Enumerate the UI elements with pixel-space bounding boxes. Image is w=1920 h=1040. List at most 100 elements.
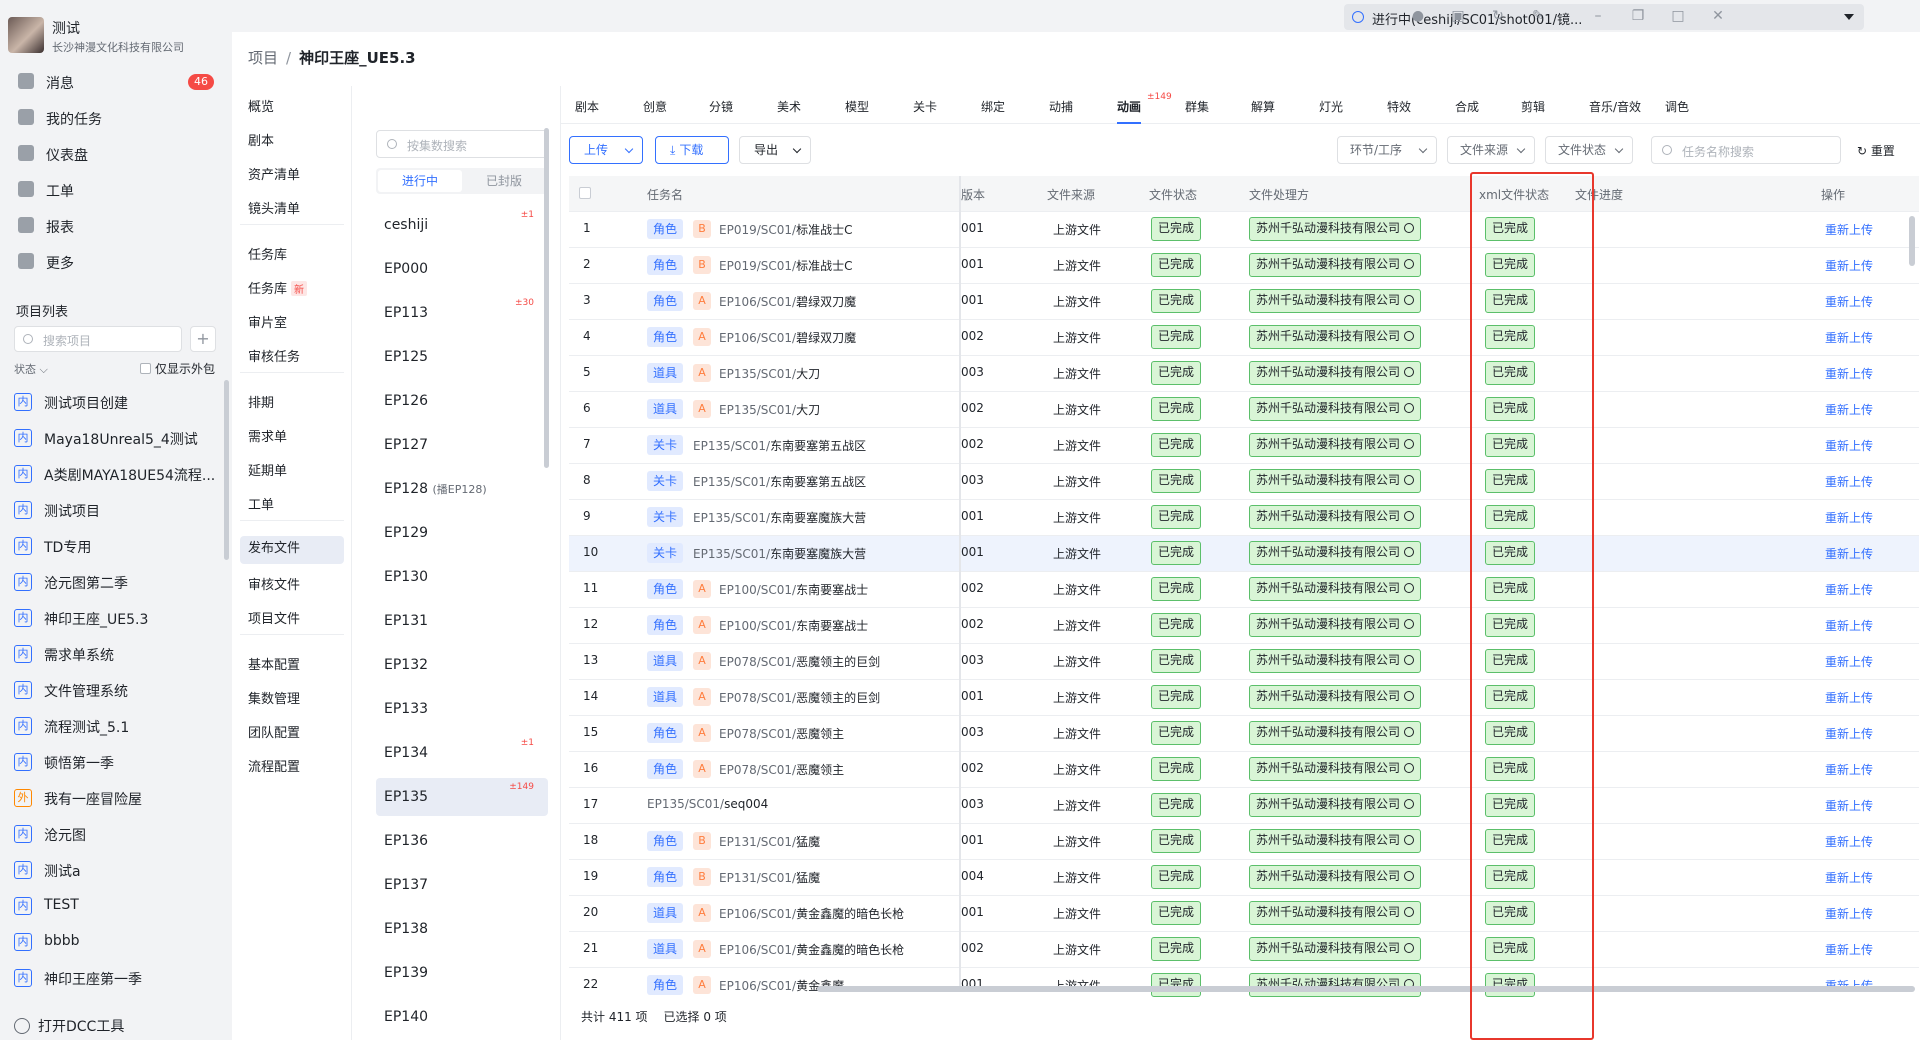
table-row[interactable]: 22角色AEP106/SC01/黄金鑫魔001上游文件已完成苏州千弘动漫科技有限…	[569, 968, 1919, 1000]
external-only-toggle[interactable]: 仅显示外包	[140, 360, 215, 377]
project-item[interactable]: 内沧元图	[0, 816, 230, 850]
table-row[interactable]: 1 角色 B EP019/SC01/标准战士C 001 上游文件 已完成 苏州千弘动漫科技有限…	[569, 212, 1919, 248]
episode-item[interactable]: EP130	[376, 558, 548, 596]
episode-item[interactable]: EP139	[376, 954, 548, 992]
upload-button[interactable]: 上传	[569, 136, 643, 164]
subnav-item[interactable]: 排期	[248, 392, 274, 416]
subnav-item[interactable]: 资产清单	[248, 164, 300, 188]
table-row[interactable]: 6 道具 A EP135/SC01/大刀 002 上游文件 已完成 苏州千弘动漫科技有限公司已…	[569, 392, 1919, 428]
task-name[interactable]: EP135/SC01/东南要塞魔族大营	[693, 545, 866, 562]
subnav-item[interactable]: 项目文件	[248, 608, 300, 632]
project-item[interactable]: 内需求单系统	[0, 636, 230, 670]
open-dcc-tool-button[interactable]: 打开DCC工具	[14, 1016, 124, 1036]
episode-item[interactable]: EP000	[376, 250, 548, 288]
sidebar-scrollbar[interactable]	[224, 380, 229, 560]
sidebar-item-1[interactable]: 我的任务	[0, 100, 232, 134]
reupload-link[interactable]: 重新上传	[1825, 509, 1873, 526]
close-icon[interactable]: ✕	[1710, 8, 1726, 24]
reupload-link[interactable]: 重新上传	[1825, 365, 1873, 382]
episode-scrollbar[interactable]	[544, 128, 549, 468]
episode-item[interactable]: EP140	[376, 998, 548, 1036]
tab-stage[interactable]: 动画 ±149	[1117, 92, 1172, 124]
reupload-link[interactable]: 重新上传	[1825, 869, 1873, 886]
task-name[interactable]: EP135/SC01/大刀	[719, 365, 820, 382]
subnav-item[interactable]: 剧本	[248, 130, 274, 154]
table-row[interactable]: 3 角色 A EP106/SC01/碧绿双刀魔 001 上游文件 已完成 苏州千弘动漫科技有限…	[569, 284, 1919, 320]
table-row[interactable]: 11 角色 A EP100/SC01/东南要塞战士 002 上游文件 已完成 苏州千弘动漫科技…	[569, 572, 1919, 608]
project-item[interactable]: 内测试项目	[0, 492, 230, 526]
tab-in-progress[interactable]: 进行中	[378, 170, 462, 192]
tab-stage[interactable]: 特效	[1387, 98, 1411, 115]
task-name[interactable]: EP019/SC01/标准战士C	[719, 257, 852, 274]
table-row[interactable]: 12 角色 A EP100/SC01/东南要塞战士 002 上游文件 已完成 苏州千弘动漫科技…	[569, 608, 1919, 644]
table-row[interactable]: 15 角色 A EP078/SC01/恶魔领主 003 上游文件 已完成 苏州千弘动漫科技有限…	[569, 716, 1919, 752]
table-row[interactable]: 19 角色 B EP131/SC01/猛魔 004 上游文件 已完成 苏州千弘动漫科技有限公司…	[569, 860, 1919, 896]
table-row[interactable]: 5 道具 A EP135/SC01/大刀 003 上游文件 已完成 苏州千弘动漫科技有限公司已…	[569, 356, 1919, 392]
subnav-item[interactable]: 镜头清单	[248, 198, 300, 222]
episode-item[interactable]: EP132	[376, 646, 548, 684]
reupload-link[interactable]: 重新上传	[1825, 545, 1873, 562]
task-name[interactable]: EP078/SC01/恶魔领主的巨剑	[719, 689, 880, 706]
episode-item[interactable]: EP138	[376, 910, 548, 948]
restore-icon[interactable]: ❐	[1630, 8, 1646, 24]
episode-item[interactable]: EP126	[376, 382, 548, 420]
reupload-link[interactable]: 重新上传	[1825, 473, 1873, 490]
sidebar-item-0[interactable]: 消息 46	[0, 64, 232, 98]
subnav-item[interactable]: 集数管理	[248, 688, 300, 712]
tab-stage[interactable]: 剧本	[575, 98, 599, 115]
subnav-item[interactable]: 流程配置	[248, 756, 300, 780]
task-name[interactable]: EP078/SC01/恶魔领主	[719, 761, 844, 778]
tab-stage[interactable]: 群集	[1185, 98, 1209, 115]
status-filter[interactable]: 文件状态	[1545, 136, 1633, 164]
subnav-item[interactable]: 延期单	[248, 460, 287, 484]
tab-stage[interactable]: 美术	[777, 98, 801, 115]
table-row[interactable]: 17 EP135/SC01/seq004 003 上游文件 已完成 苏州千弘动漫科技有限公…	[569, 788, 1919, 824]
sidebar-item-3[interactable]: 工单	[0, 172, 232, 206]
export-button[interactable]: 导出	[739, 136, 811, 164]
tab-stage[interactable]: 分镜	[709, 98, 733, 115]
project-item[interactable]: 内顿悟第一季	[0, 744, 230, 778]
subnav-item[interactable]: 团队配置	[248, 722, 300, 746]
reupload-link[interactable]: 重新上传	[1825, 833, 1873, 850]
reupload-link[interactable]: 重新上传	[1825, 617, 1873, 634]
task-name[interactable]: EP106/SC01/碧绿双刀魔	[719, 329, 856, 346]
subnav-item[interactable]: 任务库	[248, 244, 287, 268]
episode-item[interactable]: EP136	[376, 822, 548, 860]
task-name[interactable]: EP135/SC01/seq004	[647, 797, 768, 811]
sidebar-item-5[interactable]: 更多	[0, 244, 232, 278]
episode-item[interactable]: EP131	[376, 602, 548, 640]
project-item[interactable]: 内 TD专用	[0, 528, 230, 562]
episode-item[interactable]: EP135 ±149	[376, 778, 548, 816]
reupload-link[interactable]: 重新上传	[1825, 941, 1873, 958]
tab-stage[interactable]: 模型	[845, 98, 869, 115]
tab-stage[interactable]: 调色	[1665, 98, 1689, 115]
info-icon[interactable]: ●	[1410, 8, 1426, 24]
project-item[interactable]: 内沧元图第二季	[0, 564, 230, 598]
task-name[interactable]: EP019/SC01/标准战士C	[719, 221, 852, 238]
reupload-link[interactable]: 重新上传	[1825, 905, 1873, 922]
reupload-link[interactable]: 重新上传	[1825, 329, 1873, 346]
project-item[interactable]: 内 TEST	[0, 888, 230, 922]
subnav-item[interactable]: 概览	[248, 96, 274, 120]
table-row[interactable]: 13 道具 A EP078/SC01/恶魔领主的巨剑 003 上游文件 已完成 苏州千弘动漫科…	[569, 644, 1919, 680]
reupload-link[interactable]: 重新上传	[1825, 689, 1873, 706]
project-item[interactable]: 内测试a	[0, 852, 230, 886]
episode-item[interactable]: EP137	[376, 866, 548, 904]
table-row[interactable]: 2 角色 B EP019/SC01/标准战士C 001 上游文件 已完成 苏州千弘动漫科技有限…	[569, 248, 1919, 284]
task-name[interactable]: EP100/SC01/东南要塞战士	[719, 617, 868, 634]
table-row[interactable]: 7 关卡 EP135/SC01/东南要塞第五战区 002 上游文件 已完成 苏州千弘动漫科技…	[569, 428, 1919, 464]
reupload-link[interactable]: 重新上传	[1825, 221, 1873, 238]
task-name[interactable]: EP106/SC01/黄金鑫魔的暗色长枪	[719, 941, 904, 958]
task-name[interactable]: EP100/SC01/东南要塞战士	[719, 581, 868, 598]
episode-item[interactable]: EP134 ±1	[376, 734, 548, 772]
avatar[interactable]	[8, 17, 44, 53]
tab-stage[interactable]: 创意	[643, 98, 667, 115]
table-row[interactable]: 21 道具 A EP106/SC01/黄金鑫魔的暗色长枪 002 上游文件 已完成 苏州千弘动…	[569, 932, 1919, 968]
table-row[interactable]: 14 道具 A EP078/SC01/恶魔领主的巨剑 001 上游文件 已完成 苏州千弘动漫科…	[569, 680, 1919, 716]
project-item[interactable]: 内流程测试_5.1	[0, 708, 230, 742]
stage-filter[interactable]: 环节/工序	[1337, 136, 1437, 164]
subnav-item[interactable]: 任务库新	[248, 278, 308, 302]
subnav-item[interactable]: 审核任务	[248, 346, 300, 370]
table-row[interactable]: 8 关卡 EP135/SC01/东南要塞第五战区 003 上游文件 已完成 苏州千弘动漫科技…	[569, 464, 1919, 500]
episode-item[interactable]: ceshiji ±1	[376, 206, 548, 244]
